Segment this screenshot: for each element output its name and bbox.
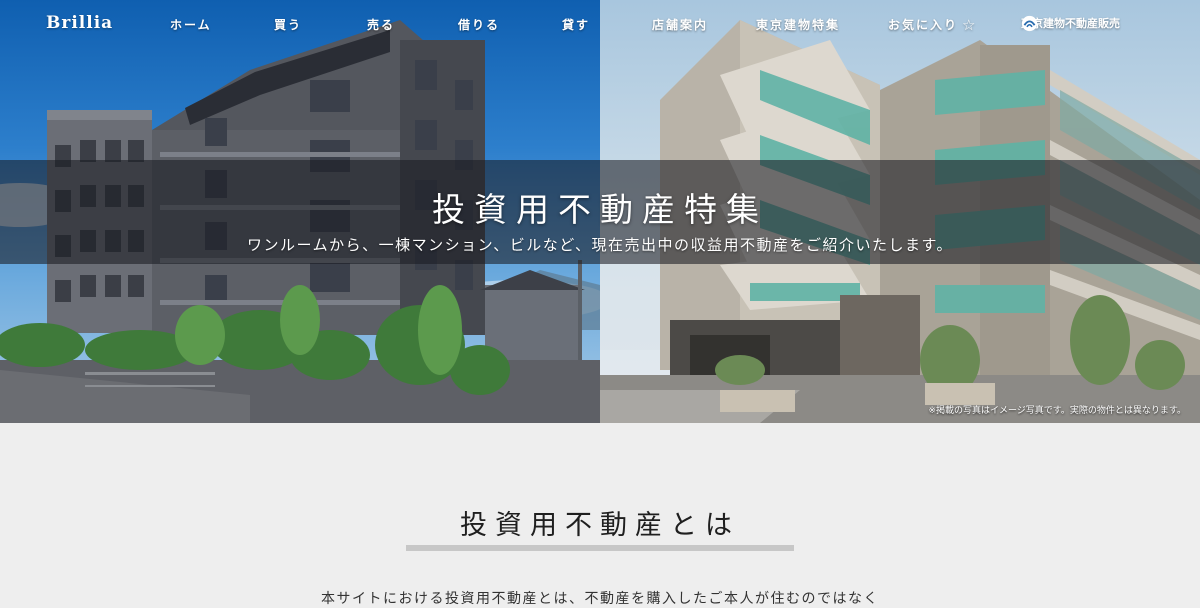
nav-item-buy[interactable]: 買う bbox=[274, 16, 302, 33]
section-heading: 投資用不動産とは bbox=[460, 510, 740, 541]
star-outline-icon: ☆ bbox=[962, 16, 978, 34]
intro-text: 本サイトにおける投資用不動産とは、不動産を購入したご本人が住むのではなく bbox=[321, 591, 879, 607]
hero: Brillia ホーム 買う 売る 借りる 貸す 店舗案内 東京建物特集 お気に… bbox=[0, 0, 1200, 423]
nav-item-favorites[interactable]: お気に入り ☆ bbox=[888, 16, 977, 34]
photo-disclaimer: ※掲載の写真はイメージ写真です。実際の物件とは異なります。 bbox=[928, 406, 1186, 416]
nav-item-home[interactable]: ホーム bbox=[170, 16, 212, 33]
heading-underline bbox=[406, 545, 794, 551]
nav-item-rent[interactable]: 借りる bbox=[458, 16, 500, 33]
hero-title: 投資用不動産特集 bbox=[432, 190, 768, 229]
nav-item-feature[interactable]: 東京建物特集 bbox=[756, 16, 840, 33]
nav-item-lease[interactable]: 貸す bbox=[562, 16, 590, 33]
corporate-logo-icon bbox=[1021, 15, 1038, 32]
favorites-label: お気に入り bbox=[888, 18, 959, 32]
nav-item-stores[interactable]: 店舗案内 bbox=[652, 16, 708, 33]
brand-logo[interactable]: Brillia bbox=[46, 13, 113, 33]
corporate-link[interactable]: 東京建物不動産販売 bbox=[1021, 15, 1120, 32]
nav-item-sell[interactable]: 売る bbox=[367, 16, 395, 33]
hero-subtitle: ワンルームから、一棟マンション、ビルなど、現在売出中の収益用不動産をご紹介いたし… bbox=[247, 236, 953, 254]
site-header: Brillia ホーム 買う 売る 借りる 貸す 店舗案内 東京建物特集 お気に… bbox=[0, 0, 1200, 48]
